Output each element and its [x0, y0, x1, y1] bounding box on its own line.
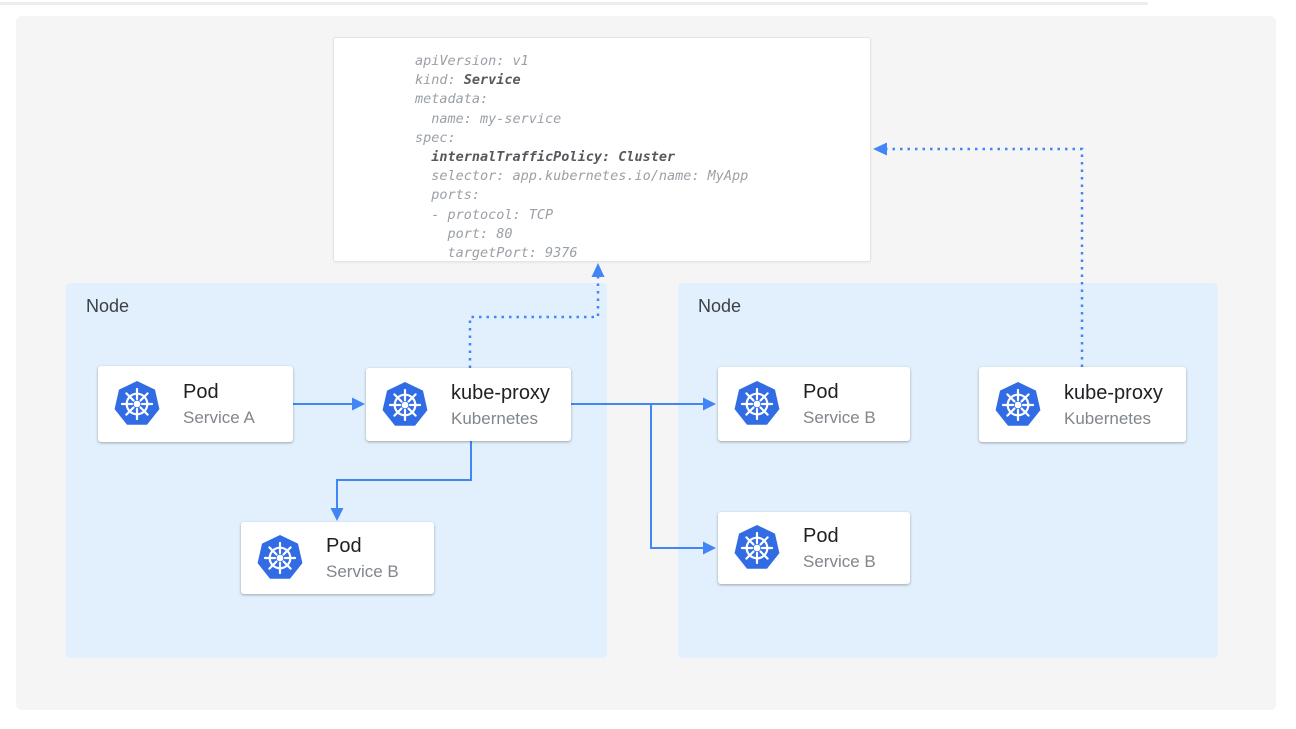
node-label: Node	[86, 294, 129, 318]
kubernetes-icon	[256, 534, 304, 582]
kube-proxy-left-card: kube-proxy Kubernetes	[366, 368, 571, 441]
yaml-line: metadata:	[415, 90, 748, 109]
kubernetes-icon	[381, 381, 429, 429]
yaml-line: apiVersion: v1	[415, 52, 748, 71]
yaml-line: - protocol: TCP	[415, 206, 748, 225]
yaml-line: kind: Service	[415, 71, 748, 90]
card-subtitle: Kubernetes	[451, 407, 550, 430]
card-subtitle: Service B	[803, 406, 876, 429]
kubernetes-icon	[733, 380, 781, 428]
node-left: Node	[66, 283, 607, 658]
top-divider	[0, 2, 1148, 5]
pod-service-b-right-top-card: Pod Service B	[718, 367, 910, 441]
card-subtitle: Kubernetes	[1064, 407, 1163, 430]
node-right: Node	[678, 283, 1218, 658]
yaml-line: selector: app.kubernetes.io/name: MyApp	[415, 167, 748, 186]
card-subtitle: Service B	[326, 560, 399, 583]
card-subtitle: Service A	[183, 406, 255, 429]
yaml-line: name: my-service	[415, 110, 748, 129]
card-title: kube-proxy	[451, 380, 550, 407]
card-title: Pod	[803, 379, 876, 406]
yaml-line: targetPort: 9376	[415, 244, 748, 263]
yaml-line: internalTrafficPolicy: Cluster	[415, 148, 748, 167]
kubernetes-icon	[994, 381, 1042, 429]
yaml-code: apiVersion: v1kind: Servicemetadata: nam…	[415, 52, 748, 263]
card-title: Pod	[183, 379, 255, 406]
card-subtitle: Service B	[803, 550, 876, 573]
yaml-line: ports:	[415, 186, 748, 205]
service-yaml-card: apiVersion: v1kind: Servicemetadata: nam…	[333, 37, 871, 262]
kubernetes-icon	[733, 524, 781, 572]
node-label: Node	[698, 294, 741, 318]
kube-proxy-right-card: kube-proxy Kubernetes	[979, 367, 1186, 442]
kubernetes-icon	[113, 380, 161, 428]
pod-service-b-right-bottom-card: Pod Service B	[718, 512, 910, 584]
yaml-line: spec:	[415, 129, 748, 148]
card-title: Pod	[803, 523, 876, 550]
pod-service-a-card: Pod Service A	[98, 366, 293, 442]
card-title: Pod	[326, 533, 399, 560]
card-title: kube-proxy	[1064, 380, 1163, 407]
pod-service-b-left-card: Pod Service B	[241, 522, 434, 594]
yaml-line: port: 80	[415, 225, 748, 244]
